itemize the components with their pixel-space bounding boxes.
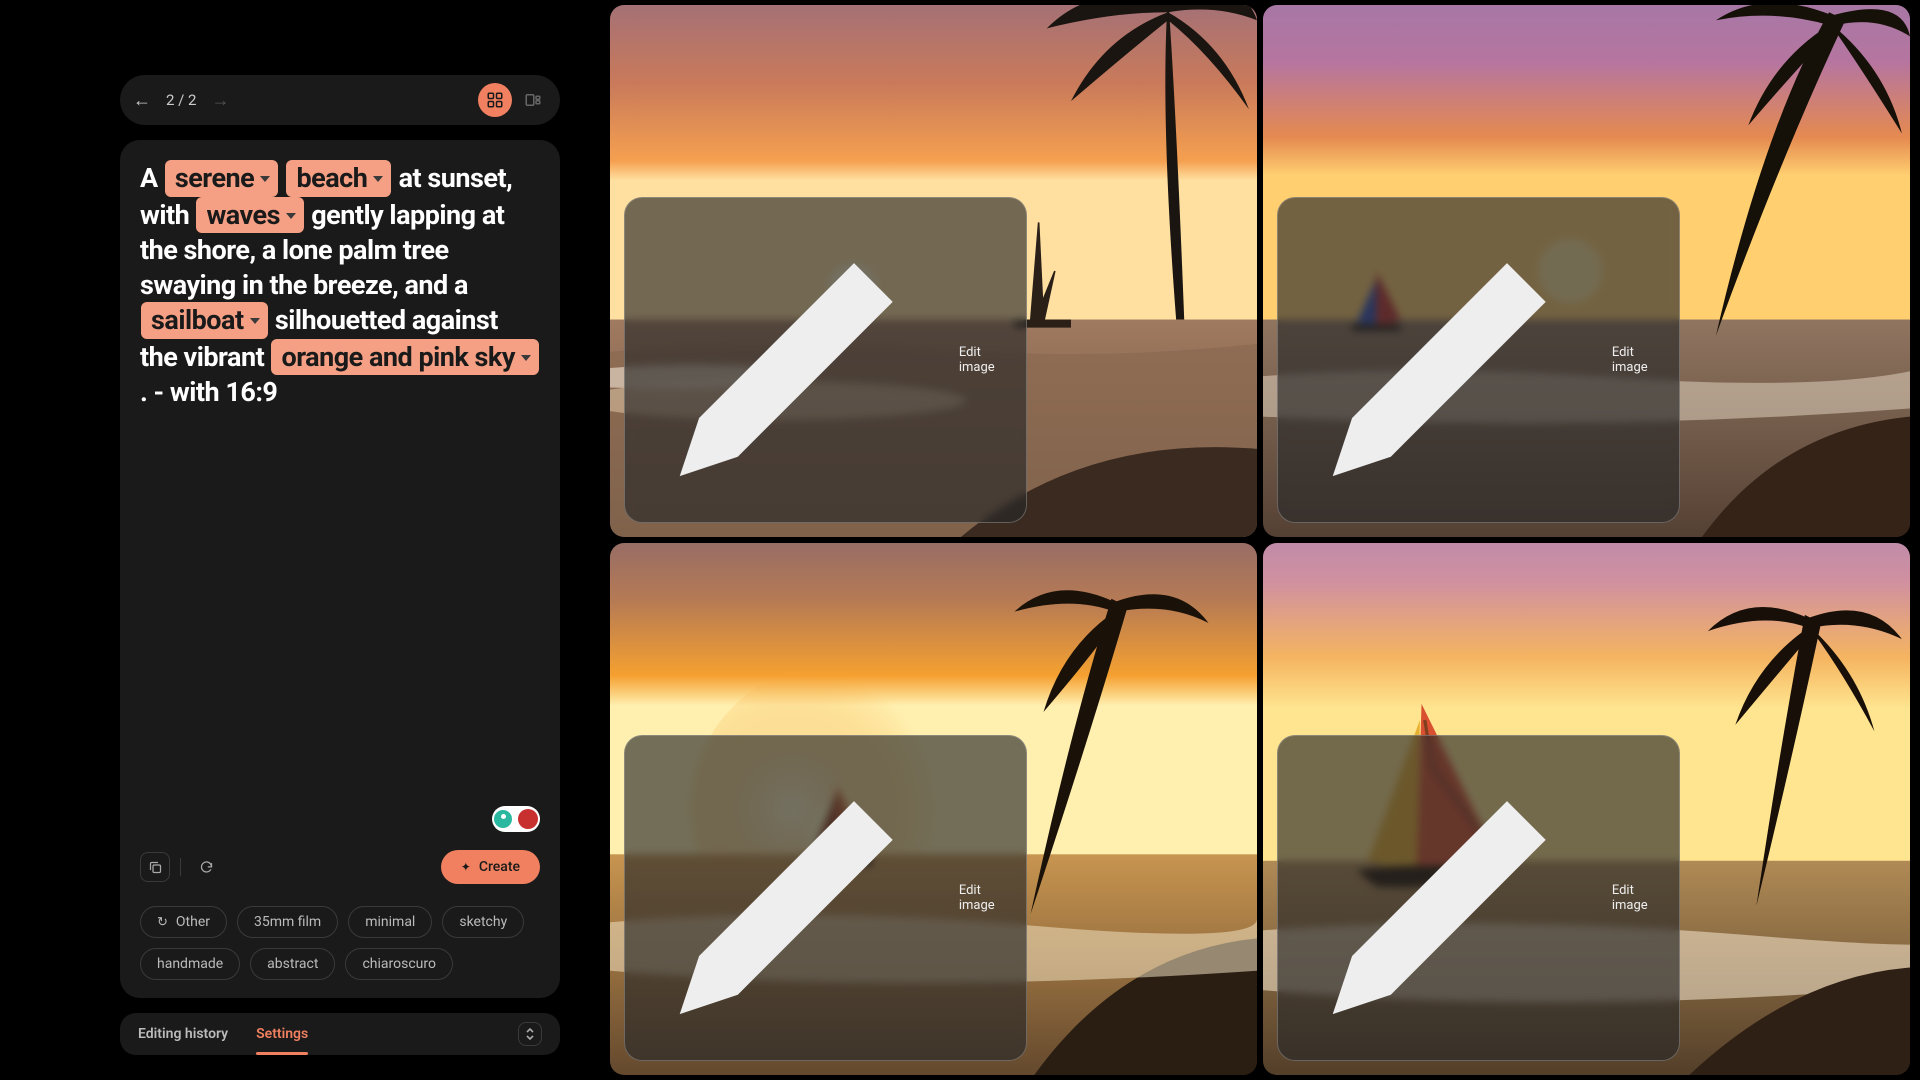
chevron-down-icon [521,355,531,361]
edit-image-button[interactable]: Edit image [1277,735,1680,1061]
prompt-frag: A [140,162,158,194]
create-label: Create [479,859,520,875]
tab-label: Editing history [138,1026,228,1042]
edit-image-button[interactable]: Edit image [1277,197,1680,523]
result-tile-2[interactable]: Edit image [1263,5,1910,537]
style-label: minimal [365,914,415,930]
expand-button[interactable] [518,1022,542,1046]
mode-toggle[interactable] [492,806,540,832]
chip-label: serene [175,161,254,196]
pencil-icon [1294,743,1604,1053]
toggle-dot-left-icon [494,810,512,828]
edit-label: Edit image [959,345,1010,375]
chip-serene[interactable]: serene [165,160,278,197]
chevron-down-icon [286,213,296,219]
grid-icon [486,91,504,109]
single-view-toggle[interactable] [516,83,550,117]
single-icon [524,91,542,109]
result-tile-1[interactable]: Edit image [610,5,1257,537]
refresh-icon [199,860,214,875]
toggle-dot-right-icon [518,809,538,829]
action-left [140,852,221,882]
result-tile-3[interactable]: Edit image [610,543,1257,1075]
style-label: abstract [267,956,318,972]
left-panel: ← 2 / 2 → A serene beach at sunset, with… [0,5,580,1075]
chip-waves[interactable]: waves [196,197,304,234]
chevron-down-icon [260,176,270,182]
action-row: ✦ Create [140,850,540,884]
style-minimal[interactable]: minimal [348,906,432,938]
tabs-left: Editing history Settings [138,1013,308,1055]
pencil-icon [641,743,951,1053]
style-label: 35mm film [254,914,321,930]
style-handmade[interactable]: handmade [140,948,240,980]
divider [180,858,181,876]
prompt-card: A serene beach at sunset, with waves gen… [120,140,560,998]
cycle-icon: ↻ [157,915,168,930]
nav-left: ← 2 / 2 → [130,88,233,112]
chip-label: waves [206,198,280,233]
app-root: ← 2 / 2 → A serene beach at sunset, with… [0,0,1920,1080]
chip-label: sailboat [151,303,244,338]
style-abstract[interactable]: abstract [250,948,335,980]
chevron-down-icon [373,176,383,182]
copy-button[interactable] [140,852,170,882]
pencil-icon [1294,205,1604,515]
edit-label: Edit image [959,883,1010,913]
style-chiaroscuro[interactable]: chiaroscuro [345,948,453,980]
create-button[interactable]: ✦ Create [441,850,540,884]
sparkle-icon: ✦ [461,860,471,874]
edit-image-button[interactable]: Edit image [624,735,1027,1061]
tab-label: Settings [256,1026,308,1042]
prompt-text[interactable]: A serene beach at sunset, with waves gen… [140,160,540,796]
image-grid: Edit image [610,5,1910,1075]
regenerate-button[interactable] [191,852,221,882]
chip-label: orange and pink sky [281,340,514,375]
style-35mm[interactable]: 35mm film [237,906,338,938]
chip-beach[interactable]: beach [286,160,391,197]
nav-back-icon[interactable]: ← [130,88,154,112]
style-sketchy[interactable]: sketchy [442,906,524,938]
style-label: chiaroscuro [362,956,436,972]
nav-counter: 2 / 2 [166,91,197,109]
right-panel: Edit image [580,5,1920,1075]
pencil-icon [641,205,951,515]
copy-icon [148,860,163,875]
chip-sailboat[interactable]: sailboat [141,302,268,339]
style-label: sketchy [459,914,507,930]
style-label: Other [176,914,210,930]
style-label: handmade [157,956,223,972]
tab-settings[interactable]: Settings [256,1013,308,1055]
chevron-down-icon [250,318,260,324]
grid-view-toggle[interactable] [478,83,512,117]
tab-editing-history[interactable]: Editing history [138,1013,228,1055]
chip-label: beach [296,161,367,196]
chip-sky[interactable]: orange and pink sky [271,339,538,376]
edit-label: Edit image [1612,345,1663,375]
top-nav: ← 2 / 2 → [120,75,560,125]
toggle-row [140,806,540,832]
style-other[interactable]: ↻ Other [140,906,227,938]
nav-right [478,83,550,117]
chevron-updown-icon [524,1027,536,1041]
nav-forward-icon[interactable]: → [209,88,233,112]
edit-image-button[interactable]: Edit image [624,197,1027,523]
prompt-frag: gently lapping at the shore, a lone palm… [140,199,504,301]
result-tile-4[interactable]: Edit image [1263,543,1910,1075]
style-row: ↻ Other 35mm film minimal sketchy handmad… [140,906,540,980]
prompt-frag: . - with 16:9 [140,376,277,408]
bottom-tabs: Editing history Settings [120,1013,560,1055]
edit-label: Edit image [1612,883,1663,913]
